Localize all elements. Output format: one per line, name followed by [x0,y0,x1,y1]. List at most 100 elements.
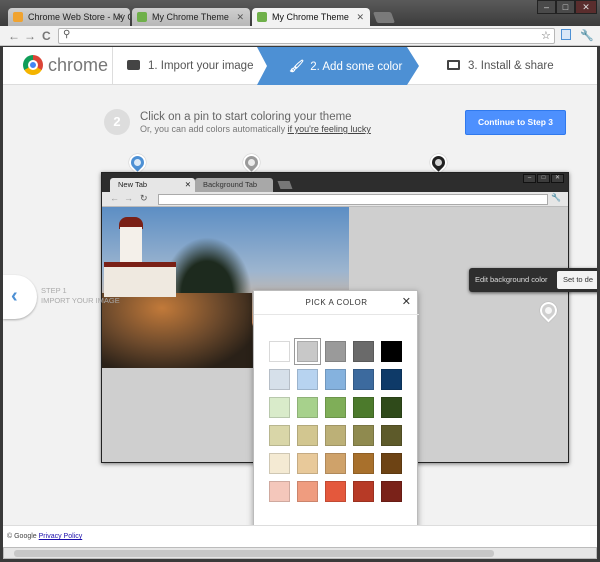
step-label: 3. Install & share [468,60,554,72]
bookmark-star-icon[interactable]: ☆ [541,29,551,42]
color-swatch[interactable] [297,453,318,474]
tab-my-chrome-theme[interactable]: My Chrome Theme ✕ [132,8,250,26]
maximize-button[interactable]: □ [556,0,575,14]
color-swatch[interactable] [269,341,290,362]
privacy-policy-link[interactable]: Privacy Policy [39,533,83,540]
preview-tab-background[interactable]: Background Tab [195,178,273,192]
color-swatch[interactable] [297,397,318,418]
color-swatch[interactable] [269,397,290,418]
color-swatch[interactable] [381,481,402,502]
color-swatch[interactable] [325,397,346,418]
color-swatch[interactable] [353,341,374,362]
preview-close-icon: ✕ [551,174,564,183]
color-swatch[interactable] [325,453,346,474]
previous-step-button[interactable]: ‹ [3,275,37,319]
tab-chrome-web-store[interactable]: Chrome Web Store - My Ch ✕ [8,8,130,26]
close-tab-icon[interactable]: ✕ [236,8,244,26]
scrollbar-thumb[interactable] [14,550,494,557]
minimize-button[interactable]: – [537,0,556,14]
color-swatch[interactable] [381,453,402,474]
theme-icon [257,12,267,22]
new-tab-button[interactable] [372,12,396,23]
color-swatch[interactable] [297,425,318,446]
browser-window: Chrome Web Store - My Ch ✕ My Chrome The… [0,0,600,562]
tab-label: My Chrome Theme [152,12,229,22]
preview-toolbar: ← → ↻ 🔧 [102,192,568,207]
color-swatch[interactable] [353,397,374,418]
preview-tab-label: Background Tab [203,180,258,189]
continue-button[interactable]: Continue to Step 3 [465,110,566,135]
page-content: chrome 1. Import your image 🖌 2. Add some… [3,47,597,547]
preview-wrench-icon: 🔧 [551,193,561,202]
color-swatch[interactable] [325,369,346,390]
preview-tab-label: New Tab [118,180,148,189]
wrench-icon[interactable]: 🔧 [580,29,594,42]
instruction-text: Or, you can add colors automatically [140,124,286,134]
color-swatch[interactable] [381,369,402,390]
color-swatch[interactable] [297,369,318,390]
step-install-share[interactable]: 3. Install & share [447,47,554,85]
horizontal-scrollbar[interactable] [3,547,597,559]
step-import-image[interactable]: 1. Import your image [127,47,253,85]
feeling-lucky-link[interactable]: if you're feeling lucky [288,124,371,134]
color-swatch[interactable] [325,341,346,362]
search-icon: ⚲ [63,29,71,40]
color-swatch[interactable] [381,425,402,446]
brush-icon: 🖌 [289,59,305,73]
close-tab-icon: ✕ [184,180,191,189]
step-add-color[interactable]: 🖌 2. Add some color [257,47,419,85]
preview-tab-new[interactable]: New Tab ✕ [110,178,195,192]
tooltip-text: Edit background color [475,275,548,284]
forward-button[interactable]: → [24,28,36,44]
color-pin-icon[interactable] [426,150,451,175]
preview-forward-icon: → [124,193,133,203]
copyright-text: © Google [7,533,37,540]
color-swatch[interactable] [269,453,290,474]
step-label: 2. Add some color [310,61,403,73]
instruction-subtitle: Or, you can add colors automatically if … [140,124,371,134]
color-swatch[interactable] [325,481,346,502]
tab-my-chrome-theme-active[interactable]: My Chrome Theme ✕ [252,8,370,26]
tab-label: My Chrome Theme [272,12,349,22]
previous-step-label: STEP 1 IMPORT YOUR IMAGE [41,286,120,306]
color-swatch[interactable] [381,397,402,418]
step-number-badge: 2 [104,109,130,135]
tab-label: Chrome Web Store - My Ch [28,12,130,22]
edit-background-tooltip: Edit background color Set to de [469,268,597,292]
color-swatch[interactable] [297,481,318,502]
set-default-button[interactable]: Set to de [557,271,597,289]
tab-strip: Chrome Web Store - My Ch ✕ My Chrome The… [0,0,600,26]
back-button[interactable]: ← [8,28,20,44]
preview-reload-icon: ↻ [140,193,148,203]
close-icon[interactable]: ✕ [402,295,411,308]
color-swatch[interactable] [353,453,374,474]
prev-label-line: STEP 1 [41,286,67,295]
color-swatch[interactable] [269,425,290,446]
preview-address-bar [158,194,548,205]
color-swatch[interactable] [325,425,346,446]
color-picker-dialog: PICK A COLOR ✕ [253,290,419,530]
preview-maximize-icon: □ [537,174,550,183]
prev-label-line: IMPORT YOUR IMAGE [41,296,120,305]
page-icon[interactable] [561,29,571,40]
theme-icon [137,12,147,22]
folder-icon [447,60,460,70]
color-swatch[interactable] [297,341,318,362]
color-swatch[interactable] [269,481,290,502]
preview-new-tab [277,181,293,189]
color-swatch[interactable] [353,369,374,390]
color-swatch[interactable] [269,369,290,390]
reload-button[interactable]: C [42,28,51,44]
close-window-button[interactable]: ✕ [575,0,597,14]
color-pin-icon[interactable] [125,150,150,175]
close-tab-icon[interactable]: ✕ [116,8,124,26]
steps-bar: chrome 1. Import your image 🖌 2. Add some… [3,47,597,85]
chevron-left-icon: ‹ [11,285,18,307]
color-swatch[interactable] [353,425,374,446]
close-tab-icon[interactable]: ✕ [356,8,364,26]
color-swatch[interactable] [353,481,374,502]
color-pin-icon[interactable] [239,150,264,175]
instruction-title: Click on a pin to start coloring your th… [140,111,352,123]
color-swatch[interactable] [381,341,402,362]
address-bar[interactable]: ⚲ [58,28,555,44]
